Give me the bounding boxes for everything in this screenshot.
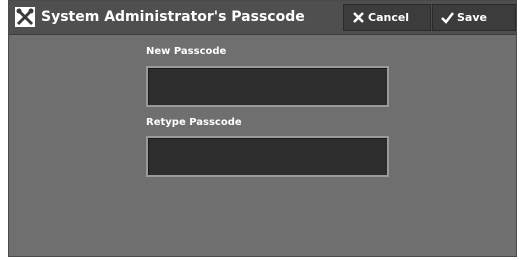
checkmark-icon <box>441 12 454 24</box>
new-passcode-field[interactable] <box>146 66 389 107</box>
tools-icon <box>15 7 35 27</box>
passcode-dialog: System Administrator's Passcode Cancel S… <box>8 0 517 257</box>
cancel-button-label: Cancel <box>368 11 410 24</box>
page-title: System Administrator's Passcode <box>41 9 305 25</box>
save-button-label: Save <box>457 11 487 24</box>
new-passcode-label: New Passcode <box>146 46 227 57</box>
cancel-button[interactable]: Cancel <box>343 4 431 31</box>
close-icon <box>353 12 364 23</box>
retype-passcode-field[interactable] <box>146 136 389 177</box>
save-button[interactable]: Save <box>432 4 516 31</box>
retype-passcode-label: Retype Passcode <box>146 117 242 128</box>
title-bar: System Administrator's Passcode Cancel S… <box>9 1 516 35</box>
